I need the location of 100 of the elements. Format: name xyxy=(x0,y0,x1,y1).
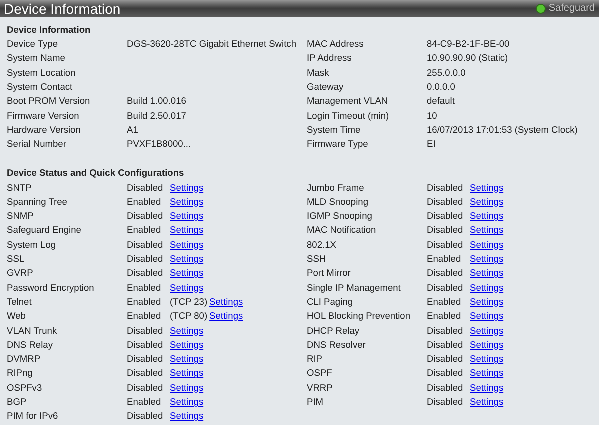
settings-link[interactable]: Settings xyxy=(170,367,204,382)
feature-name: Telnet xyxy=(7,296,33,309)
field-value: Build 2.50.017 xyxy=(127,110,186,123)
settings-link[interactable]: Settings xyxy=(470,324,504,338)
field-label: Boot PROM Version xyxy=(7,95,92,108)
feature-status: Enabled xyxy=(127,396,162,409)
field-value: Build 1.00.016 xyxy=(127,95,186,108)
feature-status: Disabled xyxy=(427,267,464,280)
settings-link[interactable]: Settings xyxy=(170,238,204,253)
settings-link[interactable]: Settings xyxy=(470,310,504,324)
feature-status: Enabled xyxy=(427,296,462,309)
feature-name: MLD Snooping xyxy=(307,196,370,209)
feature-name: Port Mirror xyxy=(307,267,352,280)
feature-name: PIM for IPv6 xyxy=(7,410,60,424)
field-label: Login Timeout (min) xyxy=(307,110,390,123)
section-heading: Device Status and Quick Configurations xyxy=(7,167,186,180)
settings-link[interactable]: Settings xyxy=(210,296,244,310)
feature-status: Disabled xyxy=(127,253,164,266)
feature-name: SSH xyxy=(307,253,328,266)
settings-link[interactable]: Settings xyxy=(170,267,204,282)
status-light-icon xyxy=(536,4,546,14)
feature-name: BGP xyxy=(7,396,28,409)
field-value: 0.0.0.0 xyxy=(427,81,456,94)
feature-status: Disabled xyxy=(127,267,164,280)
feature-name: Single IP Management xyxy=(307,282,402,295)
feature-name: CLI Paging xyxy=(307,296,354,309)
feature-name: SNTP xyxy=(7,182,33,195)
settings-link[interactable]: Settings xyxy=(170,210,204,224)
settings-link[interactable]: Settings xyxy=(470,267,504,282)
settings-link[interactable]: Settings xyxy=(170,196,204,210)
feature-status: Enabled xyxy=(127,282,162,295)
feature-status: Disabled xyxy=(127,382,164,395)
feature-status: Disabled xyxy=(427,367,464,380)
field-label: System Location xyxy=(7,66,77,80)
feature-name: DNS Relay xyxy=(7,338,54,352)
feature-name: Password Encryption xyxy=(7,282,96,295)
field-label: Serial Number xyxy=(7,138,68,152)
feature-name: GVRP xyxy=(7,267,34,280)
field-label: Device Type xyxy=(7,38,59,52)
feature-status: Enabled xyxy=(127,196,162,209)
feature-status: Enabled xyxy=(127,224,162,238)
settings-link[interactable]: Settings xyxy=(470,224,504,238)
settings-link[interactable]: Settings xyxy=(470,353,504,368)
feature-name: Spanning Tree xyxy=(7,196,68,209)
field-value: A1 xyxy=(127,124,138,137)
feature-name: RIPng xyxy=(7,367,34,380)
settings-link[interactable]: Settings xyxy=(170,353,204,368)
port-note: (TCP 23) xyxy=(170,296,208,309)
settings-link[interactable]: Settings xyxy=(170,410,204,424)
feature-status: Disabled xyxy=(127,353,164,366)
settings-link[interactable]: Settings xyxy=(170,382,204,396)
field-label: Management VLAN xyxy=(307,95,390,108)
settings-link[interactable]: Settings xyxy=(470,338,504,353)
field-label: Firmware Version xyxy=(7,110,80,123)
feature-status: Disabled xyxy=(427,224,464,238)
settings-link[interactable]: Settings xyxy=(470,238,504,253)
settings-link[interactable]: Settings xyxy=(210,310,244,324)
feature-status: Enabled xyxy=(127,310,162,324)
feature-name: HOL Blocking Prevention xyxy=(307,310,412,324)
settings-link[interactable]: Settings xyxy=(470,296,504,310)
feature-name: DVMRP xyxy=(7,353,42,366)
feature-status: Enabled xyxy=(427,253,462,266)
settings-link[interactable]: Settings xyxy=(170,224,204,238)
field-value: 10 xyxy=(427,110,438,123)
field-label: Gateway xyxy=(307,81,345,94)
feature-name: OSPFv3 xyxy=(7,382,44,395)
feature-name: DHCP Relay xyxy=(307,324,361,338)
settings-link[interactable]: Settings xyxy=(170,324,204,338)
settings-link[interactable]: Settings xyxy=(470,182,504,196)
feature-status: Disabled xyxy=(427,382,464,395)
feature-status: Disabled xyxy=(127,210,164,224)
feature-status: Disabled xyxy=(127,338,164,352)
settings-link[interactable]: Settings xyxy=(170,282,204,296)
settings-link[interactable]: Settings xyxy=(470,282,504,296)
field-label: System Time xyxy=(307,124,362,137)
field-value: default xyxy=(427,95,455,108)
feature-name: RIP xyxy=(307,353,324,366)
field-value: 255.0.0.0 xyxy=(427,66,466,80)
field-value: PVXF1B8000... xyxy=(127,138,192,152)
feature-name: OSPF xyxy=(307,367,334,380)
settings-link[interactable]: Settings xyxy=(170,253,204,267)
settings-link[interactable]: Settings xyxy=(470,210,504,224)
field-label: Mask xyxy=(307,66,330,80)
settings-link[interactable]: Settings xyxy=(170,182,204,196)
settings-link[interactable]: Settings xyxy=(470,253,504,267)
settings-link[interactable]: Settings xyxy=(470,367,504,382)
feature-name: System Log xyxy=(7,238,58,252)
settings-link[interactable]: Settings xyxy=(470,196,504,210)
settings-link[interactable]: Settings xyxy=(470,382,504,396)
feature-name: IGMP Snooping xyxy=(307,210,374,224)
section-heading: Device Information xyxy=(7,24,92,37)
settings-link[interactable]: Settings xyxy=(170,396,204,410)
feature-name: PIM xyxy=(307,396,325,409)
feature-status: Disabled xyxy=(127,367,164,380)
feature-status: Disabled xyxy=(127,324,164,338)
feature-status: Disabled xyxy=(427,282,464,295)
settings-link[interactable]: Settings xyxy=(170,338,204,353)
feature-status: Disabled xyxy=(427,396,464,409)
field-label: IP Address xyxy=(307,52,353,66)
settings-link[interactable]: Settings xyxy=(470,396,504,410)
